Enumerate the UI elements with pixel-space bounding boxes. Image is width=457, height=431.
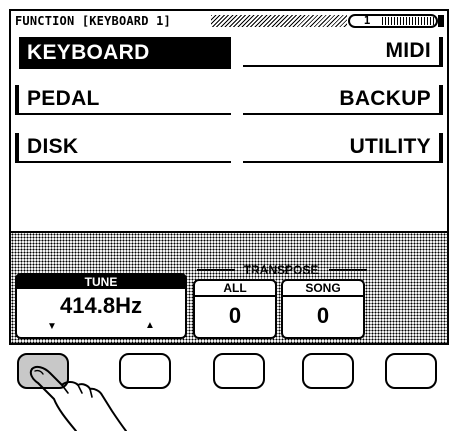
menu-item-disk-label: DISK bbox=[27, 135, 79, 158]
transpose-song-label: SONG bbox=[283, 281, 363, 297]
menu-item-keyboard-label: KEYBOARD bbox=[27, 41, 150, 64]
transpose-all-parameter[interactable]: ALL 0 bbox=[193, 279, 277, 339]
lcd-button-5[interactable] bbox=[385, 353, 437, 389]
lcd-screen: FUNCTION [KEYBOARD 1] 1 KEYBOARD PEDAL D… bbox=[9, 9, 449, 345]
transpose-all-value: 0 bbox=[228, 303, 242, 328]
increment-arrow-icon: ▲ bbox=[145, 320, 155, 331]
menu-item-utility[interactable]: UTILITY bbox=[243, 133, 443, 163]
lcd-button-3[interactable] bbox=[213, 353, 265, 389]
page-indicator: 1 bbox=[348, 14, 438, 28]
menu-item-keyboard[interactable]: KEYBOARD bbox=[15, 37, 231, 69]
menu-item-utility-label: UTILITY bbox=[349, 135, 431, 158]
pressing-hand-icon bbox=[29, 365, 127, 431]
tune-parameter[interactable]: TUNE 414.8Hz ▼ ▲ bbox=[15, 273, 187, 339]
page-number: 1 bbox=[356, 16, 378, 26]
header-bar: FUNCTION [KEYBOARD 1] 1 bbox=[11, 11, 447, 31]
menu-item-midi[interactable]: MIDI bbox=[243, 37, 443, 67]
menu-item-backup[interactable]: BACKUP bbox=[243, 85, 443, 115]
tune-label: TUNE bbox=[17, 275, 185, 289]
transpose-all-label: ALL bbox=[195, 281, 275, 297]
decrement-arrow-icon: ▼ bbox=[47, 321, 57, 332]
transpose-song-value: 0 bbox=[316, 303, 330, 328]
menu-item-backup-label: BACKUP bbox=[339, 87, 431, 110]
screen-title: FUNCTION [KEYBOARD 1] bbox=[15, 14, 171, 28]
menu-item-pedal[interactable]: PEDAL bbox=[15, 85, 231, 115]
page-scroll-fill bbox=[382, 17, 434, 25]
transpose-song-parameter[interactable]: SONG 0 bbox=[281, 279, 365, 339]
menu-item-disk[interactable]: DISK bbox=[15, 133, 231, 163]
menu-item-pedal-label: PEDAL bbox=[27, 87, 100, 110]
menu-item-midi-label: MIDI bbox=[385, 39, 431, 62]
lcd-button-4[interactable] bbox=[302, 353, 354, 389]
transpose-rule-right bbox=[329, 269, 367, 271]
header-pattern bbox=[211, 15, 347, 27]
tune-value: 414.8Hz bbox=[60, 293, 142, 318]
page-indicator-end bbox=[438, 15, 444, 27]
